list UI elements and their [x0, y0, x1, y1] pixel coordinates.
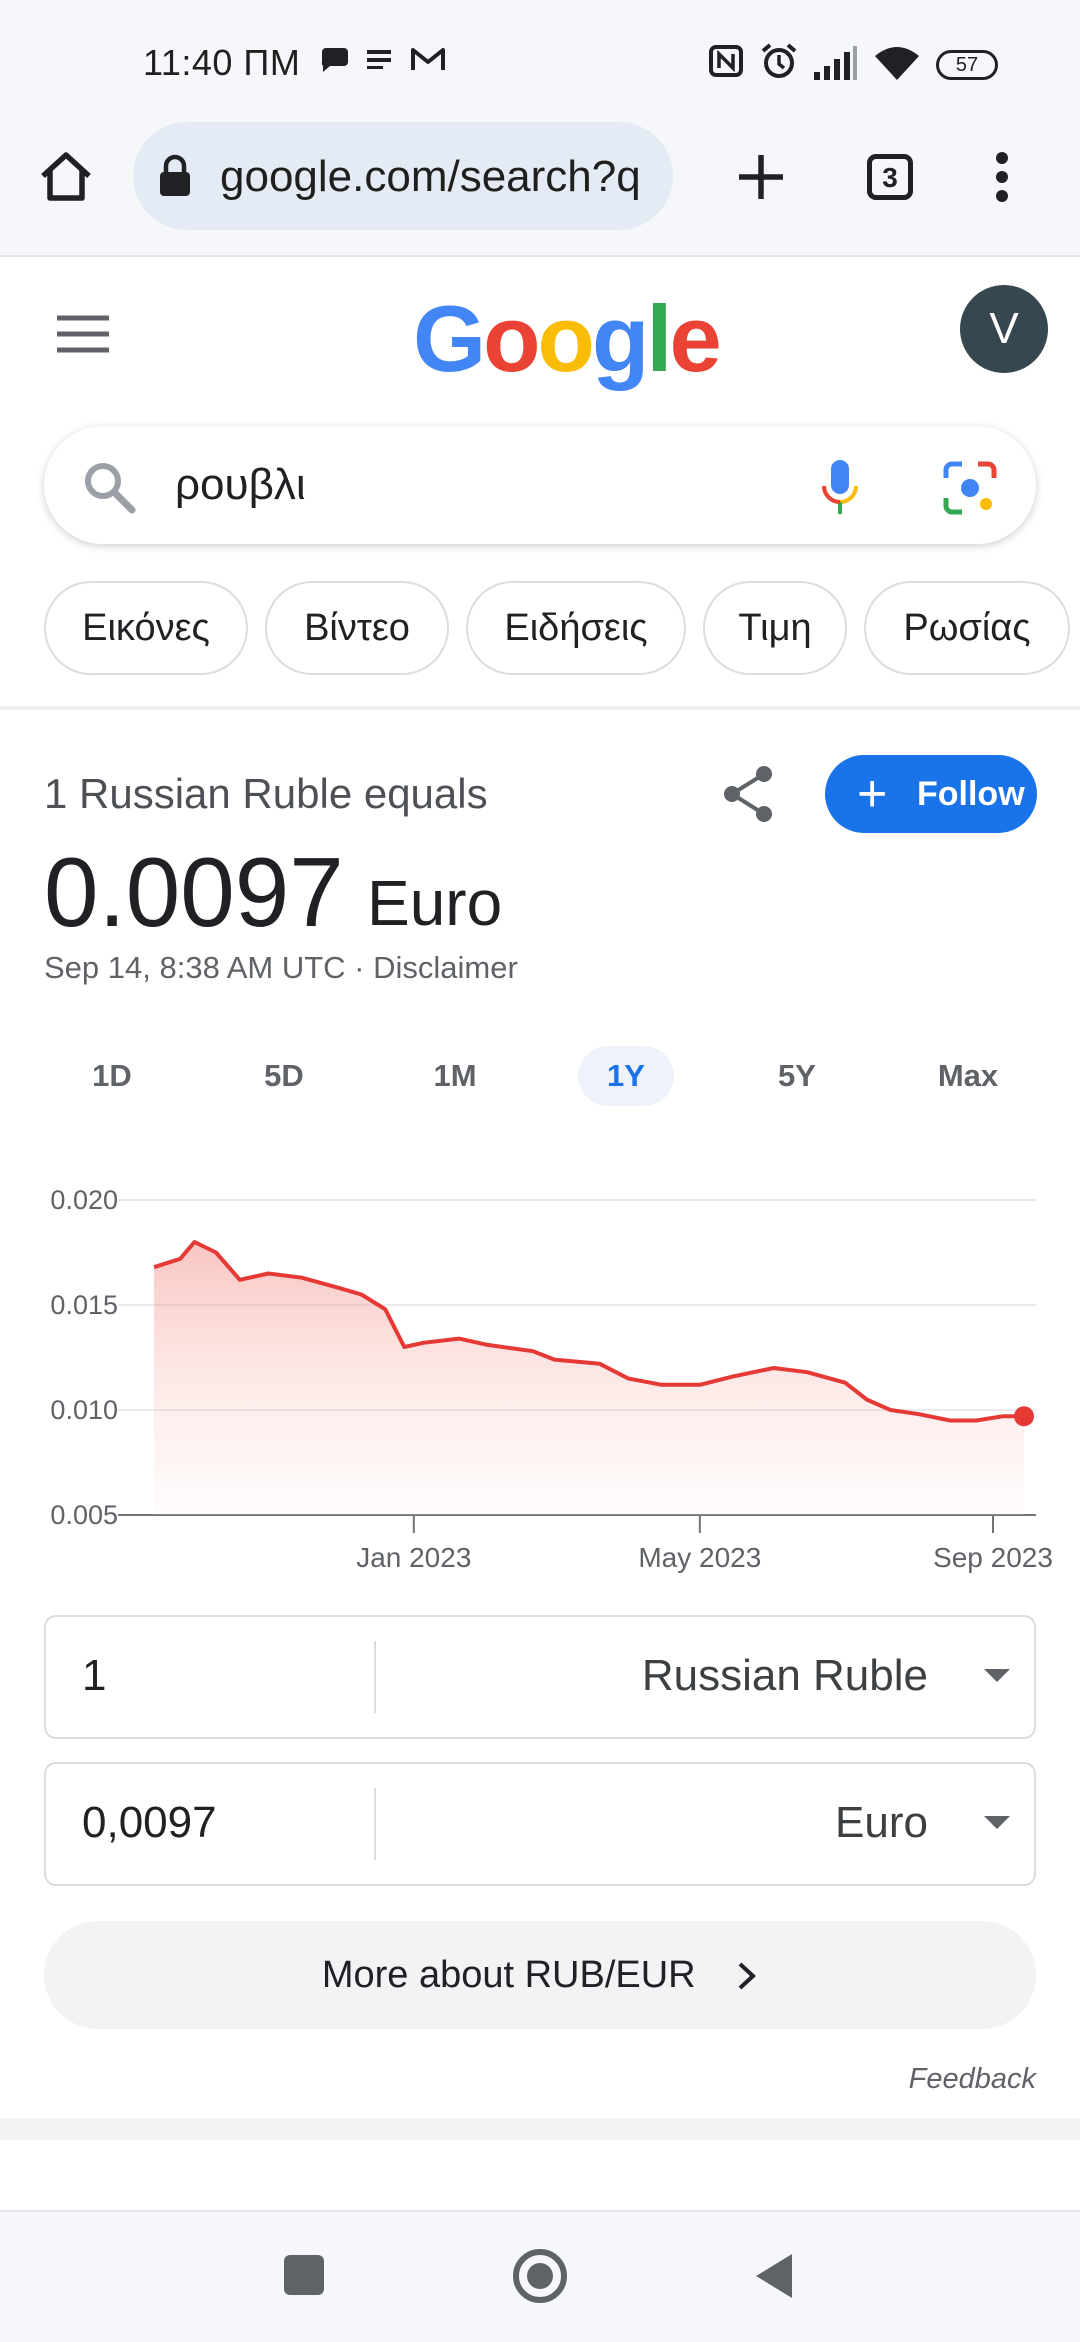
chip-images[interactable]: Εικόνες [44, 581, 248, 675]
search-icon [85, 463, 136, 514]
range-5d[interactable]: 5D [236, 1046, 332, 1106]
feedback-link[interactable]: Feedback [909, 2063, 1036, 2096]
divider [0, 2118, 1080, 2140]
wifi-icon [875, 47, 919, 80]
logo-letter: l [646, 286, 672, 391]
lock-icon [160, 154, 190, 196]
x-tick-label: May 2023 [638, 1542, 761, 1573]
rate-timestamp[interactable]: Sep 14, 8:38 AM UTC · Disclaimer [44, 950, 518, 986]
logo-letter: o [483, 286, 540, 391]
signal-icon [814, 46, 857, 80]
chip-price[interactable]: Τιμη [703, 581, 847, 675]
y-tick-label: 0.020 [50, 1185, 118, 1215]
rate-chart[interactable]: 0.020 0.015 0.010 0.005 Jan 2023 May 2023 Sep … [0, 1160, 1080, 1580]
more-vert-icon[interactable] [992, 150, 1012, 204]
follow-label: Follow [917, 775, 1025, 813]
chip-videos[interactable]: Βίντεο [265, 581, 449, 675]
rate-unit: Euro [367, 867, 503, 939]
google-logo[interactable]: Google [413, 292, 722, 386]
status-time: 11:40 ΠΜ [143, 42, 301, 83]
field-divider [374, 1641, 376, 1713]
dropdown-arrow-icon[interactable] [984, 1816, 1010, 1829]
logo-letter: o [537, 286, 595, 391]
range-1y[interactable]: 1Y [578, 1046, 674, 1106]
logo-letter: G [413, 286, 486, 391]
to-currency-select[interactable]: Euro [835, 1798, 928, 1848]
x-tick-label: Sep 2023 [933, 1542, 1053, 1573]
chevron-right-icon [738, 1962, 757, 1990]
next-result-edge [0, 2140, 1080, 2210]
recents-square-icon[interactable] [284, 2255, 324, 2295]
x-tick-label: Jan 2023 [356, 1542, 471, 1573]
chip-news[interactable]: Ειδήσεις [466, 581, 686, 675]
y-tick-label: 0.015 [50, 1290, 118, 1320]
home-circle-icon[interactable] [511, 2247, 569, 2305]
tab-switcher-button[interactable]: 3 [867, 154, 913, 200]
alarm-icon [761, 43, 797, 78]
battery-icon: 57 [936, 50, 998, 80]
y-tick-label: 0.010 [50, 1395, 118, 1425]
exchange-rate: 0.0097 [44, 837, 344, 947]
logo-letter: g [591, 286, 649, 391]
logo-letter: e [669, 286, 722, 391]
new-tab-icon[interactable] [736, 152, 786, 202]
range-1d[interactable]: 1D [64, 1046, 160, 1106]
url-text[interactable]: google.com/search?q [220, 152, 641, 202]
divider [0, 706, 1080, 710]
more-about-button[interactable]: More about RUB/EUR [44, 1921, 1036, 2029]
equals-text: 1 Russian Ruble equals [44, 770, 488, 817]
to-currency-field[interactable]: 0,0097 Euro [44, 1762, 1036, 1886]
dropdown-arrow-icon[interactable] [984, 1669, 1010, 1682]
home-icon[interactable] [38, 150, 94, 202]
menu-icon[interactable] [57, 314, 109, 354]
more-about-label: More about RUB/EUR [321, 1954, 696, 1996]
field-divider [374, 1788, 376, 1860]
back-triangle-icon[interactable] [752, 2250, 796, 2302]
from-currency-field[interactable]: 1 Russian Ruble [44, 1615, 1036, 1739]
chat-bubble-icon [321, 48, 348, 72]
from-amount-input[interactable]: 1 [82, 1651, 106, 1701]
share-icon[interactable] [720, 764, 776, 824]
voice-search-icon[interactable] [820, 458, 860, 518]
gmail-icon [411, 48, 445, 70]
search-query[interactable]: ρουβλι [175, 460, 306, 510]
range-5y[interactable]: 5Y [749, 1046, 845, 1106]
nfc-icon [709, 45, 743, 77]
y-tick-label: 0.005 [50, 1500, 118, 1530]
series-area [154, 1242, 1024, 1515]
info-icon [367, 50, 391, 69]
range-1m[interactable]: 1M [407, 1046, 503, 1106]
lens-icon[interactable] [942, 460, 998, 516]
range-max[interactable]: Max [920, 1046, 1016, 1106]
to-amount-input[interactable]: 0,0097 [82, 1798, 217, 1848]
from-currency-select[interactable]: Russian Ruble [642, 1651, 928, 1701]
account-avatar[interactable]: V [960, 285, 1048, 373]
chip-russia[interactable]: Ρωσίας [864, 581, 1070, 675]
plus-icon: + [857, 765, 888, 823]
follow-button[interactable]: + Follow [825, 755, 1037, 833]
last-point-marker [1014, 1406, 1034, 1427]
